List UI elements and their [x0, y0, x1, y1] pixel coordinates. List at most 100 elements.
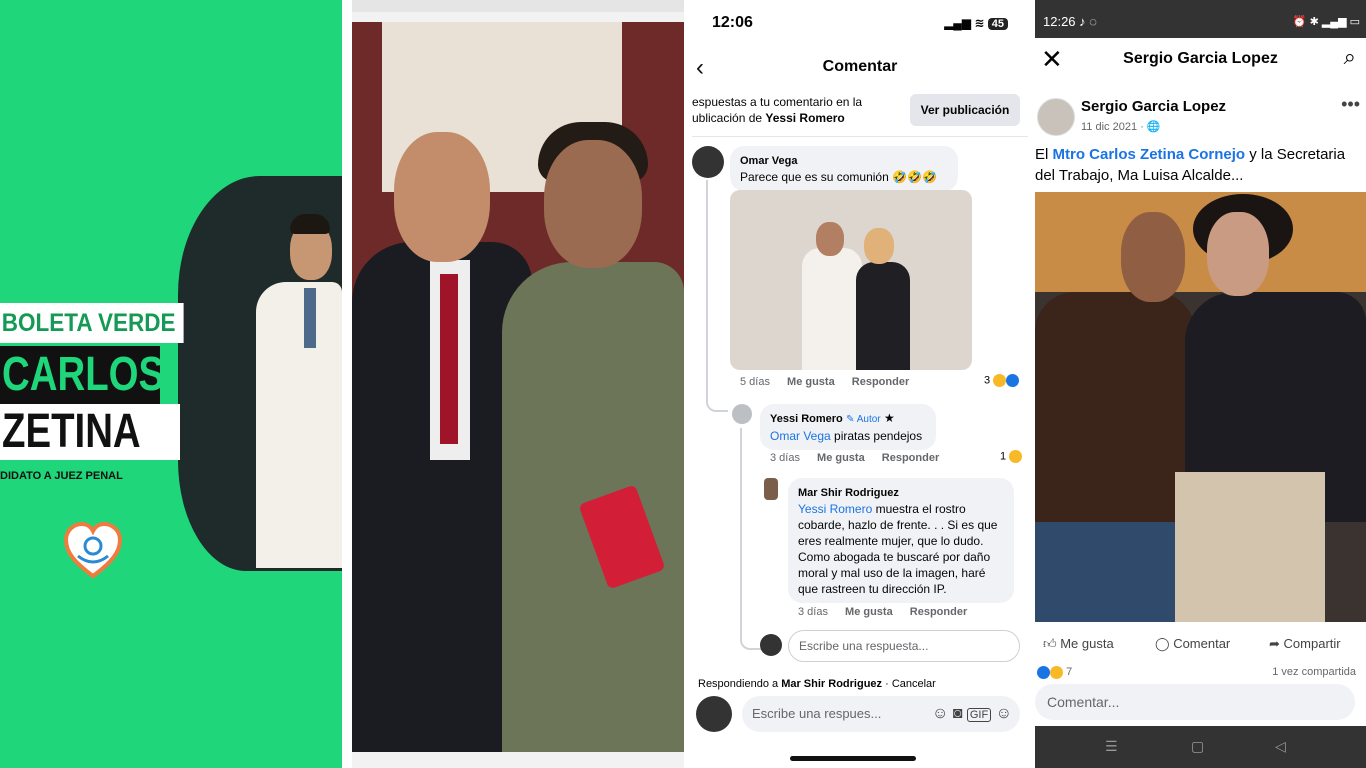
haha-emoji-icon [1050, 666, 1063, 679]
comment-time: 5 días [740, 376, 770, 388]
candidate-figure [256, 282, 342, 568]
home-nav-icon[interactable]: ▢ [1191, 738, 1204, 755]
share-arrow-icon: ➦ [1269, 636, 1280, 651]
comment-bubble: Mar Shir Rodriguez Yessi Romero muestra … [788, 478, 1014, 603]
heart-logo-icon [64, 522, 122, 579]
notification-info: espuestas a tu comentario en la ublicaci… [692, 94, 882, 126]
photo-man-head [816, 222, 844, 256]
red-tie [440, 274, 458, 444]
comment-text: Omar Vega piratas pendejos [770, 429, 923, 443]
candidate-hair [290, 214, 330, 234]
photo-woman-head [864, 228, 894, 264]
like-link[interactable]: Me gusta [787, 376, 835, 388]
back-nav-icon[interactable]: ◁ [1275, 738, 1286, 755]
menu-nav-icon[interactable]: ☰ [1105, 738, 1118, 755]
thread-line [740, 428, 762, 650]
comment-photo[interactable] [730, 190, 972, 370]
haha-emoji-icon [1009, 450, 1023, 463]
comment-author[interactable]: Omar Vega [740, 155, 797, 167]
thumbs-up-icon: 👍︎ [1043, 636, 1057, 651]
ver-publicacion-button[interactable]: Ver publicación [910, 94, 1020, 126]
man-jeans [1035, 522, 1185, 622]
photo-woman-dark-suit [856, 262, 910, 370]
avatar[interactable] [696, 696, 732, 732]
post-text: El Mtro Carlos Zetina Cornejo y la Secre… [1035, 146, 1346, 184]
cancel-link[interactable]: Cancelar [892, 678, 936, 690]
author-badge: ✎ Autor [846, 414, 881, 425]
android-nav-bar: ☰ ▢ ◁ [1035, 726, 1366, 768]
man-head [1121, 212, 1185, 302]
more-options-icon[interactable]: ••• [1341, 94, 1360, 115]
first-name: CARLOS [0, 346, 164, 404]
camera-icon[interactable]: ◙ [953, 705, 963, 722]
post-author[interactable]: Sergio Garcia Lopez [1081, 98, 1226, 115]
comment-author[interactable]: Yessi Romero [770, 413, 843, 425]
reply-link[interactable]: Responder [910, 606, 967, 618]
comment-meta: 5 días Me gusta Responder [740, 376, 923, 388]
comment-time: 3 días [770, 452, 800, 464]
replying-to-line: Respondiendo a Mar Shir Rodriguez · Canc… [698, 678, 936, 690]
reaction-count[interactable]: 1 [1000, 450, 1023, 463]
avatar[interactable] [692, 146, 724, 178]
emoji-icon[interactable]: ☺ [996, 705, 1012, 722]
man-head [394, 132, 490, 262]
avatar [760, 634, 782, 656]
top-strip [352, 0, 684, 12]
man-leather-jacket [1035, 292, 1195, 532]
event-photo [352, 22, 684, 752]
sticker-icon[interactable]: ☺ [932, 705, 948, 722]
comment-bubble: Omar Vega Parece que es su comunión 🤣🤣🤣 [730, 146, 958, 191]
mention-link[interactable]: Mtro Carlos Zetina Cornejo [1053, 146, 1246, 163]
page-title: Comentar [822, 58, 898, 75]
input-icons: ☺ ◙ GIF ☺ [932, 696, 1012, 733]
avatar[interactable] [764, 478, 778, 500]
comment-button[interactable]: ◯ Comentar [1155, 636, 1230, 652]
info-line-2: ublicación de Yessi Romero [692, 111, 845, 125]
comment-bubble: Yessi Romero ✎ Autor ★ Omar Vega piratas… [760, 404, 936, 450]
comment-time: 3 días [798, 606, 828, 618]
reply-link[interactable]: Responder [882, 452, 939, 464]
reaction-count[interactable]: 3 [984, 374, 1020, 387]
post-screen: 12:26 ♪ ◌ ⏰ ✱ ▂▄▆ ▭ ✕ Sergio Garcia Lopez… [1035, 0, 1366, 768]
gif-icon[interactable]: GIF [966, 708, 992, 722]
like-button[interactable]: 👍︎ Me gusta [1043, 636, 1114, 652]
avatar[interactable] [732, 404, 752, 424]
reply-link[interactable]: Responder [852, 376, 909, 388]
comments-screen: 12:06 ▂▄▆ ≋ 45 ‹ Comentar espuestas a tu… [692, 0, 1028, 768]
comment-bubble-icon: ◯ [1155, 636, 1170, 651]
home-indicator [790, 756, 916, 761]
thread-line [706, 180, 728, 412]
battery-icon: 45 [987, 18, 1008, 30]
candidate-subtitle: DIDATO A JUEZ PENAL [0, 470, 123, 482]
status-icons: ▂▄▆ ≋ 45 [944, 16, 1008, 30]
share-button[interactable]: ➦ Compartir [1269, 636, 1341, 652]
comment-input[interactable]: Escribe una respues... ☺ ◙ GIF ☺ [742, 696, 1020, 732]
campaign-graphic-panel: BOLETA VERDE #38 CARLOS ZETINA DIDATO A … [0, 0, 342, 768]
comment-input[interactable]: Comentar... [1035, 684, 1355, 720]
like-link[interactable]: Me gusta [845, 606, 893, 618]
comment-meta: 3 días Me gusta Responder [770, 452, 953, 464]
comment-author[interactable]: Mar Shir Rodriguez [798, 487, 899, 499]
post-date: 11 dic 2021 · 🌐 [1081, 121, 1161, 133]
divider [692, 136, 1028, 137]
photo-man-white-suit [802, 248, 862, 370]
comment-text: Parece que es su comunión 🤣🤣🤣 [740, 170, 937, 184]
search-icon[interactable]: ⌕ [1344, 44, 1356, 70]
comment-meta: 3 días Me gusta Responder [798, 606, 981, 618]
avatar[interactable] [1037, 98, 1075, 136]
like-link[interactable]: Me gusta [817, 452, 865, 464]
info-line-1: espuestas a tu comentario en la [692, 95, 863, 109]
post-photo[interactable] [1035, 192, 1366, 622]
comment-text: Yessi Romero muestra el rostro cobarde, … [798, 502, 998, 596]
woman-head [544, 140, 642, 268]
haha-emoji-icon [993, 374, 1007, 387]
like-emoji-icon [1006, 374, 1020, 387]
page-title: Sergio Garcia Lopez [1123, 50, 1278, 67]
star-icon: ★ [883, 411, 895, 425]
candidate-tie [304, 288, 316, 348]
post-counts[interactable]: 71 vez compartida [1035, 666, 1366, 679]
like-emoji-icon [1037, 666, 1050, 679]
photo-panel [352, 0, 684, 768]
reply-input[interactable]: Escribe una respuesta... [788, 630, 1020, 662]
woman-head [1207, 212, 1269, 296]
